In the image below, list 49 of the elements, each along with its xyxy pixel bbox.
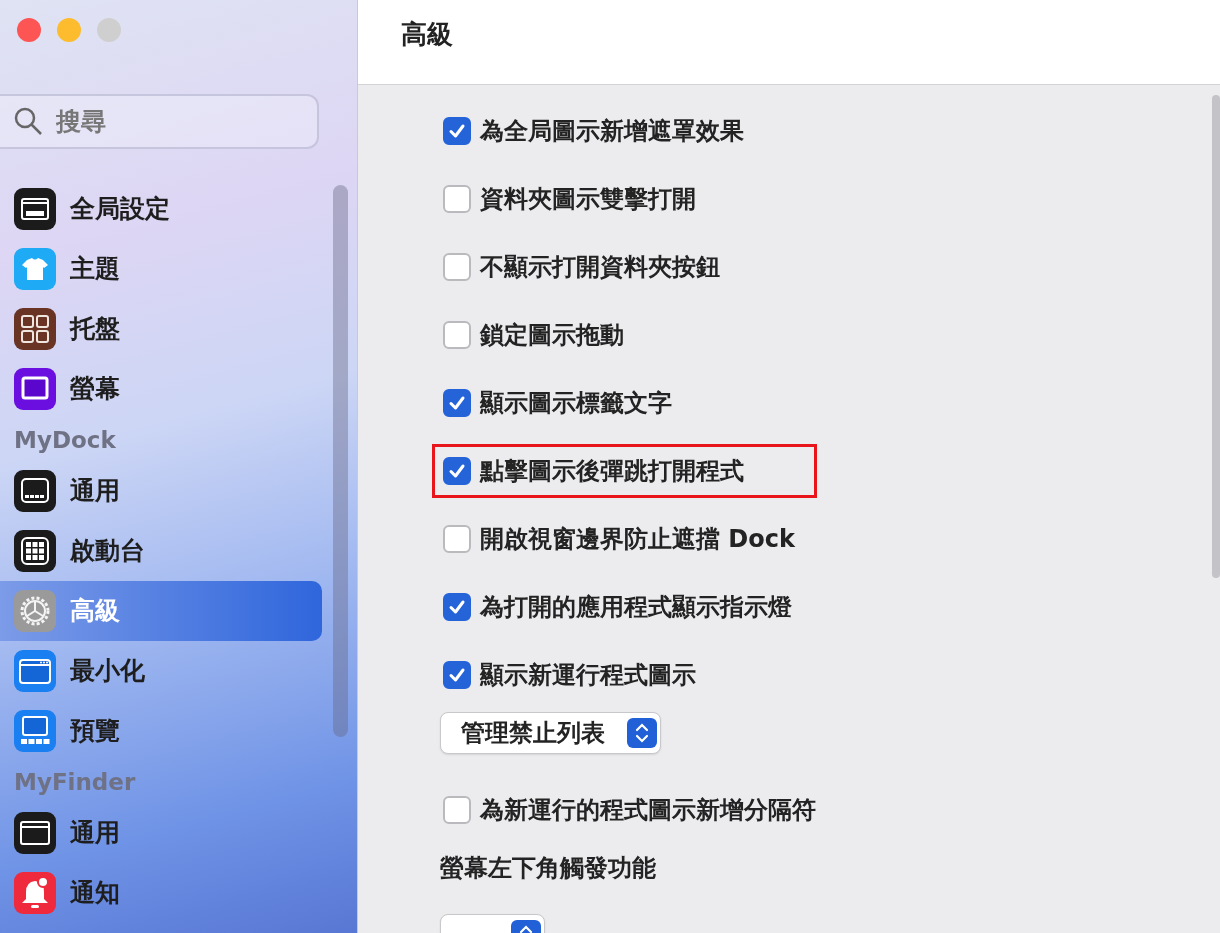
checkbox[interactable]: 為新運行的程式圖示新增分隔符	[432, 783, 827, 837]
section-heading: MyDock	[13, 425, 117, 455]
sidebar-item[interactable]: 通知	[0, 863, 322, 923]
shirt-icon	[14, 248, 56, 290]
checkbox[interactable]: 為全局圖示新增遮罩效果	[432, 104, 755, 158]
checkmark-icon	[448, 666, 466, 684]
sidebar-item[interactable]: 全局設定	[0, 179, 322, 239]
checkbox[interactable]: 顯示新運行程式圖示	[432, 648, 707, 702]
zoom-button[interactable]	[97, 18, 121, 42]
checkbox[interactable]: 點擊圖示後彈跳打開程式	[432, 444, 817, 498]
chevron-icon	[627, 718, 657, 748]
checkbox[interactable]: 不顯示打開資料夾按鈕	[432, 240, 731, 294]
checkmark-icon	[448, 394, 466, 412]
section-heading: MyFinder	[13, 767, 137, 797]
checkbox[interactable]: 資料夾圖示雙擊打開	[432, 172, 707, 226]
scrollbar[interactable]	[1212, 95, 1220, 578]
setting-label: 螢幕左下角觸發功能	[440, 853, 656, 884]
sidebar-item[interactable]: 預覽	[0, 701, 322, 761]
popup-button[interactable]: 管理禁止列表	[440, 712, 661, 754]
checkmark-icon	[448, 462, 466, 480]
window-icon	[14, 188, 56, 230]
grid-icon	[14, 308, 56, 350]
sidebar-item[interactable]: 通用	[0, 803, 322, 863]
minimize-button[interactable]	[57, 18, 81, 42]
sidebar-item[interactable]: 主題	[0, 239, 322, 299]
search-field[interactable]: 搜尋	[0, 94, 319, 149]
bell-icon	[14, 872, 56, 914]
settings-icon	[14, 590, 56, 632]
window-icon	[14, 812, 56, 854]
sidebar-item[interactable]: 螢幕	[0, 359, 322, 419]
dock-icon	[14, 470, 56, 512]
sidebar-item[interactable]: 托盤	[0, 299, 322, 359]
sidebar-item[interactable]: 啟動台	[0, 521, 322, 581]
checkmark-icon	[448, 598, 466, 616]
checkbox[interactable]: 鎖定圖示拖動	[432, 308, 635, 362]
close-button[interactable]	[17, 18, 41, 42]
grid-icon	[14, 530, 56, 572]
page-title: 高級	[401, 17, 453, 51]
preview-icon	[14, 710, 56, 752]
sidebar-item[interactable]: 最小化	[0, 641, 322, 701]
sidebar-item[interactable]: 通用	[0, 461, 322, 521]
display-icon	[14, 368, 56, 410]
checkbox[interactable]: 開啟視窗邊界防止遮擋 Dock	[432, 512, 806, 566]
checkmark-icon	[448, 122, 466, 140]
checkbox[interactable]: 為打開的應用程式顯示指示燈	[432, 580, 803, 634]
checkbox[interactable]: 顯示圖示標籤文字	[432, 376, 683, 430]
search-icon	[14, 107, 42, 135]
scrollbar[interactable]	[333, 185, 348, 737]
app-window-icon	[14, 650, 56, 692]
